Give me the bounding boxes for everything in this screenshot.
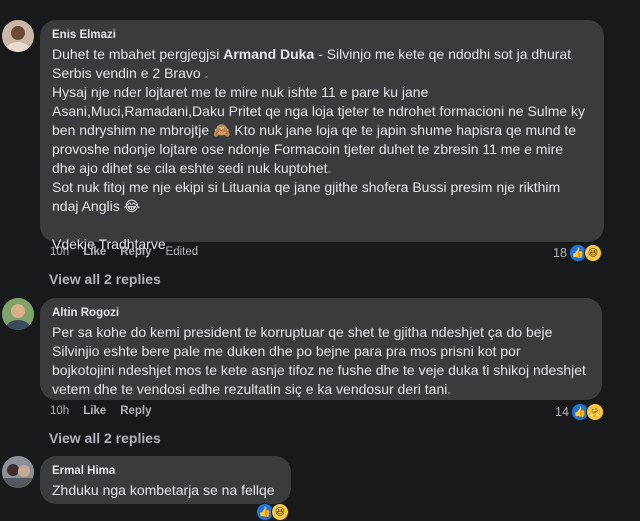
comment-time[interactable]: 10h [50,405,69,417]
reaction-count: 18 [553,246,567,260]
comment-text-line1-end: - Silvinjo me kete qe ndodhi sot ja dhur… [314,46,572,62]
reaction-summary[interactable]: 18 👍 😆 [553,244,602,262]
comment-bubble: Altin Rogozi Per sa kohe do kemi preside… [40,298,602,400]
comment-bubble: Ermal Hima Zhduku nga kombetarja se na f… [40,456,291,504]
avatar[interactable] [2,298,34,330]
comment-author[interactable]: Enis Elmazi [52,28,592,42]
reply-button[interactable]: Reply [120,405,151,417]
comment-actions: 10h Like Reply [50,405,166,417]
reaction-count: 14 [555,405,569,419]
haha-emoji-icon: 😆 [583,244,602,262]
view-replies-link[interactable]: View all 2 replies [49,430,161,446]
avatar-photo [2,20,34,52]
comment-text: Per sa kohe do kemi president te korrupt… [52,324,586,397]
like-button[interactable]: Like [83,405,106,417]
edited-label: Edited [165,246,199,258]
comment-actions: 10h Like Reply Edited [50,246,212,258]
haha-emoji-icon: 😆 [271,503,289,521]
comment-text: Zhduku nga kombetarja se na fellqe [52,482,275,498]
view-replies-link[interactable]: View all 2 replies [49,271,161,287]
comment-author[interactable]: Ermal Hima [52,464,279,478]
care-emoji-icon: 🤗 [585,403,604,421]
comment-bubble: Enis Elmazi Duhet te mbahet pergjegjsi A… [40,20,604,252]
reply-button[interactable]: Reply [120,246,151,258]
comment-author[interactable]: Altin Rogozi [52,306,590,320]
comment-text: Duhet te mbahet pergjegjsi Armand Duka -… [52,45,592,254]
reaction-summary[interactable]: 14 👍 🤗 [555,403,604,421]
comment-time[interactable]: 10h [50,246,69,258]
avatar[interactable] [2,456,34,488]
avatar-photo [2,298,34,330]
avatar[interactable] [2,20,34,52]
avatar-photo [2,456,34,488]
mention-link[interactable]: Armand Duka [223,46,314,62]
like-button[interactable]: Like [83,246,106,258]
comment-text-rest: Serbis vendin e 2 Bravo . Hysaj nje nder… [52,65,586,252]
comment-text-start: Duhet te mbahet pergjegjsi [52,46,224,62]
reaction-summary[interactable]: 👍 😆 [256,503,289,521]
